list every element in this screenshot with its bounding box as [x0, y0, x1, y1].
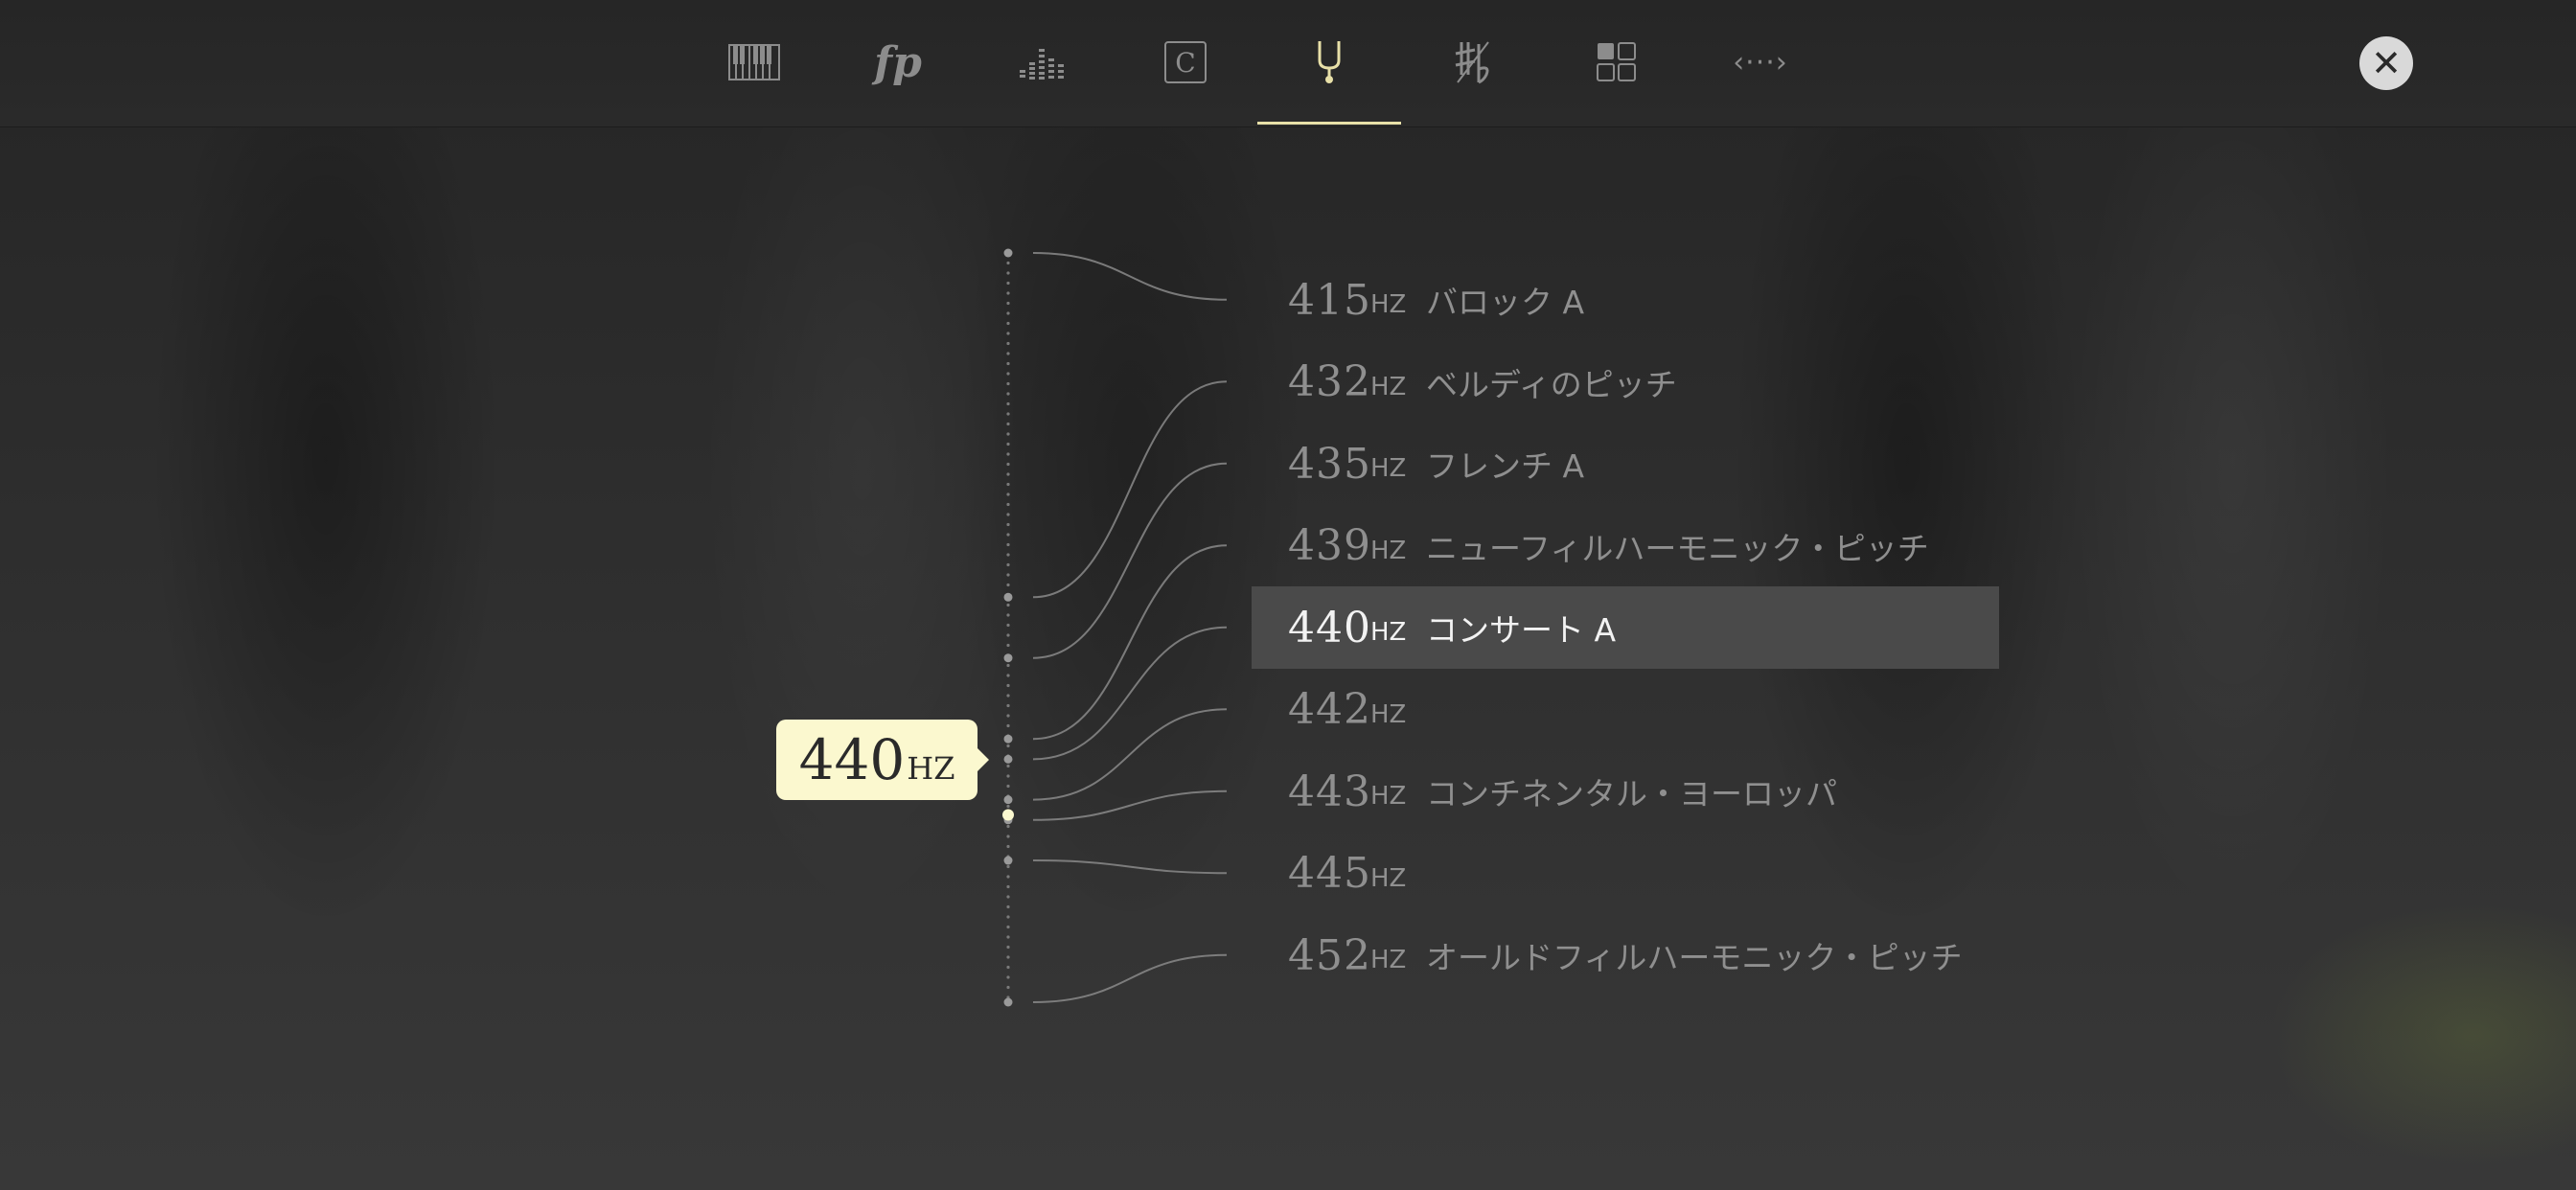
pitch-hz-value: 415 — [1288, 275, 1371, 325]
pitch-row[interactable]: 439 HZ ニューフィルハーモニック・ピッチ — [1252, 505, 1999, 587]
pitch-hz-unit: HZ — [1370, 618, 1407, 647]
more-code-icon: ‹···› — [1733, 45, 1788, 80]
tab-dynamics[interactable]: fp — [826, 0, 970, 125]
pitch-label: バロック A — [1426, 284, 1585, 321]
pitch-row[interactable]: 440 HZ コンサート A — [1252, 586, 1999, 669]
top-toolbar: fp C ‹···› ✕ — [0, 0, 2576, 127]
tab-more[interactable]: ‹···› — [1689, 0, 1832, 125]
tab-equalizer[interactable] — [970, 0, 1114, 125]
pitch-label: コンサート A — [1426, 611, 1617, 649]
pitch-hz-value: 439 — [1288, 521, 1371, 570]
tuning-fork-icon — [1318, 40, 1341, 83]
pitch-label: ベルディのピッチ — [1426, 365, 1677, 403]
equalizer-icon — [1020, 49, 1064, 80]
tab-layout[interactable] — [1545, 0, 1689, 125]
pitch-hz-unit: HZ — [1370, 454, 1407, 483]
pitch-row[interactable]: 435 HZ フレンチ A — [1252, 423, 1999, 505]
pitch-hz-unit: HZ — [1370, 699, 1407, 729]
pitch-row[interactable]: 432 HZ ベルディのピッチ — [1252, 341, 1999, 423]
close-icon: ✕ — [2371, 42, 2402, 84]
pitch-hz-value: 440 — [1288, 603, 1371, 652]
pitch-hz-unit: HZ — [1370, 863, 1407, 893]
current-pitch-value: 440 — [798, 727, 906, 792]
close-button[interactable]: ✕ — [2359, 36, 2413, 90]
current-pitch-bubble: 440 HZ — [776, 720, 989, 800]
tab-temperament[interactable] — [1401, 0, 1545, 125]
pitch-label: コンチネンタル・ヨーロッパ — [1426, 775, 1837, 812]
pitch-hz-unit: HZ — [1370, 946, 1407, 974]
pitch-row[interactable]: 415 HZ バロック A — [1252, 259, 1999, 341]
pitch-hz-value: 443 — [1288, 767, 1371, 816]
pitch-hz-unit: HZ — [1370, 782, 1407, 811]
dynamics-fp-icon: fp — [874, 37, 922, 87]
pitch-hz-value: 442 — [1288, 685, 1371, 734]
tab-key[interactable]: C — [1114, 0, 1257, 125]
pitch-hz-unit: HZ — [1370, 372, 1407, 401]
pitch-hz-unit: HZ — [1370, 536, 1407, 565]
pitch-hz-value: 432 — [1288, 357, 1371, 406]
pitch-label: ニューフィルハーモニック・ピッチ — [1426, 529, 1929, 567]
pitch-hz-unit: HZ — [1370, 290, 1407, 319]
tab-tuning[interactable] — [1257, 0, 1401, 125]
piano-keyboard-icon — [728, 44, 780, 80]
pitch-row[interactable]: 442 HZ — [1252, 669, 1999, 751]
pitch-hz-value: 452 — [1288, 930, 1371, 980]
pitch-label: オールドフィルハーモニック・ピッチ — [1426, 939, 1963, 976]
pitch-row[interactable]: 443 HZ コンチネンタル・ヨーロッパ — [1252, 750, 1999, 833]
key-c-letter: C — [1175, 46, 1196, 79]
pitch-row[interactable]: 452 HZ オールドフィルハーモニック・ピッチ — [1252, 914, 1999, 996]
grid-layout-icon — [1597, 42, 1636, 81]
current-pitch-unit: HZ — [907, 750, 955, 787]
pitch-hz-value: 445 — [1288, 849, 1371, 898]
tab-keyboard[interactable] — [682, 0, 826, 125]
pitch-hz-value: 435 — [1288, 439, 1371, 489]
pitch-row[interactable]: 445 HZ — [1252, 833, 1999, 915]
key-c-icon: C — [1164, 41, 1207, 83]
temperament-icon — [1455, 41, 1489, 84]
pitch-label: フレンチ A — [1426, 447, 1585, 485]
